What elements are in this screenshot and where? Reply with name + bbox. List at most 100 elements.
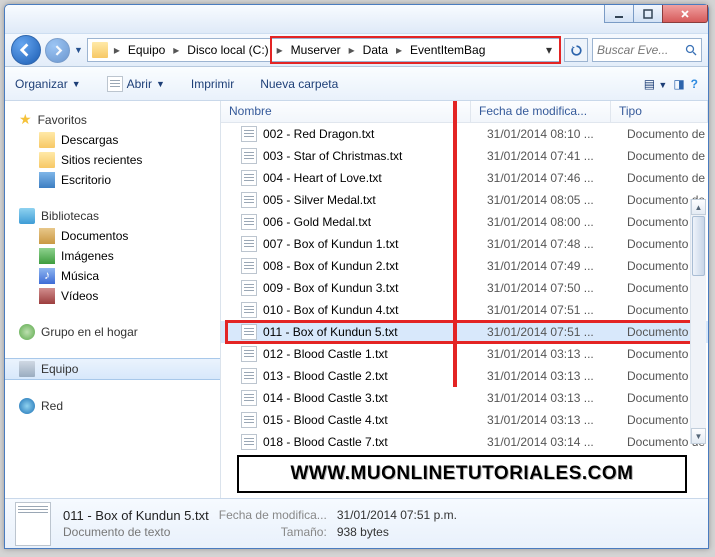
file-row[interactable]: 006 - Gold Medal.txt31/01/2014 08:00 ...…	[221, 211, 708, 233]
maximize-button[interactable]	[633, 5, 663, 23]
chevron-right-icon[interactable]: ▸	[169, 43, 183, 57]
file-row[interactable]: 004 - Heart of Love.txt31/01/2014 07:46 …	[221, 167, 708, 189]
breadcrumb-item[interactable]: Equipo	[124, 39, 169, 61]
breadcrumb-item[interactable]: Disco local (C:)	[183, 39, 272, 61]
details-subtitle: Documento de texto	[63, 525, 209, 539]
desktop-icon	[39, 172, 55, 188]
file-name: 018 - Blood Castle 7.txt	[263, 435, 487, 449]
videos-icon	[39, 288, 55, 304]
search-icon	[685, 44, 697, 56]
search-box[interactable]: Buscar Eve...	[592, 38, 702, 62]
document-icon	[241, 214, 257, 230]
preview-pane-icon[interactable]: ◨	[673, 77, 684, 91]
document-icon	[241, 236, 257, 252]
file-row[interactable]: 007 - Box of Kundun 1.txt31/01/2014 07:4…	[221, 233, 708, 255]
scroll-up-icon[interactable]: ▲	[691, 199, 706, 215]
sidebar-computer[interactable]: Equipo	[5, 358, 220, 380]
file-list: Nombre Fecha de modifica... Tipo 002 - R…	[221, 101, 708, 498]
column-type[interactable]: Tipo	[611, 101, 708, 122]
breadcrumb-item[interactable]: Muserver	[287, 39, 345, 61]
documents-icon	[39, 228, 55, 244]
scroll-down-icon[interactable]: ▼	[691, 428, 706, 444]
document-icon	[241, 390, 257, 406]
help-icon[interactable]: ?	[691, 77, 698, 91]
chevron-right-icon[interactable]: ▸	[345, 43, 359, 57]
folder-icon	[39, 132, 55, 148]
column-date[interactable]: Fecha de modifica...	[471, 101, 611, 122]
file-date: 31/01/2014 03:13 ...	[487, 347, 627, 361]
history-dropdown-icon[interactable]: ▼	[74, 45, 83, 55]
view-options-icon[interactable]: ▤ ▼	[644, 77, 668, 91]
file-row[interactable]: 013 - Blood Castle 2.txt31/01/2014 03:13…	[221, 365, 708, 387]
file-name: 004 - Heart of Love.txt	[263, 171, 487, 185]
file-row[interactable]: 009 - Box of Kundun 3.txt31/01/2014 07:5…	[221, 277, 708, 299]
sidebar-item-desktop[interactable]: Escritorio	[5, 170, 220, 190]
scrollbar[interactable]: ▲ ▼	[690, 199, 706, 444]
sidebar-libraries[interactable]: Bibliotecas	[5, 206, 220, 226]
folder-icon	[39, 152, 55, 168]
file-row[interactable]: 014 - Blood Castle 3.txt31/01/2014 03:13…	[221, 387, 708, 409]
file-date: 31/01/2014 07:41 ...	[487, 149, 627, 163]
file-row[interactable]: 005 - Silver Medal.txt31/01/2014 08:05 .…	[221, 189, 708, 211]
file-row[interactable]: 002 - Red Dragon.txt31/01/2014 08:10 ...…	[221, 123, 708, 145]
refresh-button[interactable]	[564, 38, 588, 62]
document-icon	[241, 126, 257, 142]
breadcrumb-dropdown-icon[interactable]: ▾	[541, 43, 557, 57]
details-size-value: 938 bytes	[337, 525, 457, 539]
open-button[interactable]: Abrir ▼	[107, 76, 165, 92]
file-row[interactable]: 010 - Box of Kundun 4.txt31/01/2014 07:5…	[221, 299, 708, 321]
document-icon	[241, 324, 257, 340]
document-icon	[107, 76, 123, 92]
file-row[interactable]: 011 - Box of Kundun 5.txt31/01/2014 07:5…	[221, 321, 708, 343]
file-name: 009 - Box of Kundun 3.txt	[263, 281, 487, 295]
sidebar-item-pictures[interactable]: Imágenes	[5, 246, 220, 266]
sidebar-item-downloads[interactable]: Descargas	[5, 130, 220, 150]
minimize-button[interactable]	[604, 5, 634, 23]
chevron-right-icon[interactable]: ▸	[110, 43, 124, 57]
file-date: 31/01/2014 07:48 ...	[487, 237, 627, 251]
file-date: 31/01/2014 07:50 ...	[487, 281, 627, 295]
file-date: 31/01/2014 08:05 ...	[487, 193, 627, 207]
file-row[interactable]: 015 - Blood Castle 4.txt31/01/2014 03:13…	[221, 409, 708, 431]
file-row[interactable]: 008 - Box of Kundun 2.txt31/01/2014 07:4…	[221, 255, 708, 277]
details-size-key: Tamaño:	[219, 525, 327, 539]
sidebar-item-recent[interactable]: Sitios recientes	[5, 150, 220, 170]
file-name: 012 - Blood Castle 1.txt	[263, 347, 487, 361]
document-icon	[241, 170, 257, 186]
sidebar-item-documents[interactable]: Documentos	[5, 226, 220, 246]
sidebar-item-music[interactable]: ♪Música	[5, 266, 220, 286]
back-button[interactable]	[11, 35, 41, 65]
sidebar-homegroup[interactable]: Grupo en el hogar	[5, 322, 220, 342]
scroll-thumb[interactable]	[692, 216, 705, 276]
chevron-right-icon[interactable]: ▸	[392, 43, 406, 57]
sidebar-network[interactable]: Red	[5, 396, 220, 416]
file-row[interactable]: 018 - Blood Castle 7.txt31/01/2014 03:14…	[221, 431, 708, 453]
scroll-track[interactable]	[691, 277, 706, 428]
breadcrumb[interactable]: ▸ Equipo ▸ Disco local (C:) ▸ Muserver ▸…	[87, 38, 560, 62]
sidebar-item-videos[interactable]: Vídeos	[5, 286, 220, 306]
sidebar: ★Favoritos Descargas Sitios recientes Es…	[5, 101, 221, 498]
organize-button[interactable]: Organizar ▼	[15, 77, 81, 91]
file-name: 011 - Box of Kundun 5.txt	[263, 325, 487, 339]
document-icon	[241, 368, 257, 384]
details-date-value: 31/01/2014 07:51 p.m.	[337, 508, 457, 523]
file-name: 003 - Star of Christmas.txt	[263, 149, 487, 163]
new-folder-button[interactable]: Nueva carpeta	[260, 77, 338, 91]
pictures-icon	[39, 248, 55, 264]
address-bar: ▼ ▸ Equipo ▸ Disco local (C:) ▸ Muserver…	[5, 33, 708, 67]
chevron-right-icon[interactable]: ▸	[273, 43, 287, 57]
music-icon: ♪	[39, 268, 55, 284]
column-name[interactable]: Nombre	[221, 101, 471, 122]
breadcrumb-item[interactable]: Data	[359, 39, 392, 61]
breadcrumb-item[interactable]: EventItemBag	[406, 39, 489, 61]
file-name: 010 - Box of Kundun 4.txt	[263, 303, 487, 317]
file-row[interactable]: 003 - Star of Christmas.txt31/01/2014 07…	[221, 145, 708, 167]
folder-icon	[92, 42, 108, 58]
sidebar-favorites[interactable]: ★Favoritos	[5, 109, 220, 130]
close-button[interactable]	[662, 5, 708, 23]
file-date: 31/01/2014 08:10 ...	[487, 127, 627, 141]
forward-button[interactable]	[45, 38, 70, 63]
file-row[interactable]: 012 - Blood Castle 1.txt31/01/2014 03:13…	[221, 343, 708, 365]
details-date-key: Fecha de modifica...	[219, 508, 327, 523]
print-button[interactable]: Imprimir	[191, 77, 234, 91]
